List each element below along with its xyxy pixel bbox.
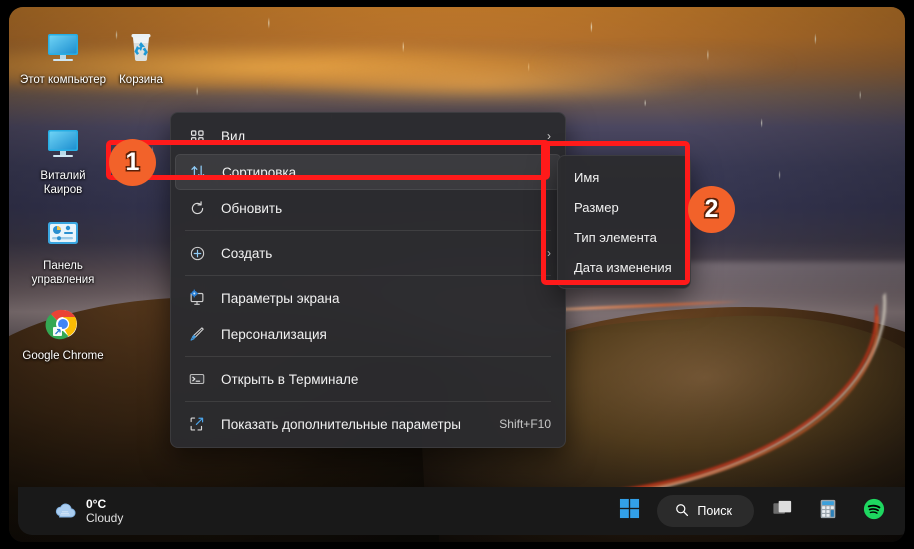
terminal-icon [187, 369, 207, 389]
desktop-icon-google-chrome[interactable]: Google Chrome [20, 305, 106, 363]
submenu-item-name[interactable]: Имя [562, 162, 686, 192]
desktop-icon-label: Этот компьютер [20, 74, 106, 86]
menu-separator [185, 401, 551, 402]
calculator-button[interactable] [810, 493, 846, 529]
submenu-item-label: Дата изменения [574, 259, 672, 275]
keyboard-shortcut: Shift+F10 [499, 417, 551, 431]
search-button[interactable]: Поиск [657, 495, 754, 527]
weather-condition: Cloudy [86, 511, 124, 525]
desktop-icon-label: Корзина [119, 74, 163, 86]
cloud-icon [52, 498, 78, 524]
plus-circle-icon [187, 243, 207, 263]
annotation-badge-2: 2 [688, 186, 735, 233]
chrome-icon [42, 305, 84, 345]
annotation-badge-label: 2 [704, 195, 719, 223]
context-menu-item-personalization[interactable]: Персонализация [175, 316, 561, 352]
annotation-badge-1: 1 [109, 139, 156, 186]
submenu-item-label: Размер [574, 199, 619, 215]
desktop-context-menu[interactable]: Вид › Сортировка › Обновить Создать › Па… [170, 112, 566, 448]
submenu-item-item-type[interactable]: Тип элемента [562, 222, 686, 252]
grid-view-icon [187, 126, 207, 146]
taskbar-weather-widget[interactable]: 0°C Cloudy [44, 494, 131, 528]
context-menu-item-sort[interactable]: Сортировка › [175, 154, 561, 190]
calculator-icon [817, 498, 839, 525]
expand-options-icon [187, 414, 207, 434]
spotify-icon [863, 498, 885, 525]
context-menu-item-label: Обновить [221, 200, 283, 216]
context-menu-item-new[interactable]: Создать › [175, 235, 561, 271]
menu-separator [185, 275, 551, 276]
desktop-icon-recycle-bin[interactable]: Корзина [98, 29, 184, 87]
sort-arrows-icon [188, 162, 208, 182]
taskbar-button-group: Поиск [611, 493, 892, 529]
menu-separator [185, 230, 551, 231]
submenu-item-size[interactable]: Размер [562, 192, 686, 222]
context-menu-item-display-settings[interactable]: Параметры экрана [175, 280, 561, 316]
windows-logo-icon [619, 498, 640, 524]
brush-icon [187, 324, 207, 344]
control-panel-icon [42, 215, 84, 255]
desktop-icon-label: Google Chrome [22, 350, 104, 362]
context-menu-item-label: Вид [221, 128, 246, 144]
submenu-item-label: Тип элемента [574, 229, 657, 245]
desktop-icon-label: Виталий Каиров [40, 170, 86, 196]
sort-submenu[interactable]: Имя Размер Тип элемента Дата изменения [557, 155, 691, 289]
weather-temperature: 0°C [86, 497, 107, 511]
taskbar[interactable]: 0°C Cloudy Поиск [18, 487, 905, 535]
start-button[interactable] [611, 493, 647, 529]
context-menu-item-label: Сортировка [222, 164, 297, 180]
submenu-item-label: Имя [574, 169, 600, 185]
context-menu-item-label: Показать дополнительные параметры [221, 416, 461, 432]
menu-separator [185, 356, 551, 357]
spotify-button[interactable] [856, 493, 892, 529]
context-menu-item-label: Параметры экрана [221, 290, 340, 306]
search-label: Поиск [697, 504, 732, 518]
search-icon [675, 503, 689, 520]
desktop-surface[interactable]: Этот компьютер Корзина Виталий Каиров Па… [9, 7, 905, 542]
desktop-icon-control-panel[interactable]: Панель управления [20, 215, 106, 287]
chevron-right-icon: › [547, 246, 551, 260]
display-settings-icon [187, 288, 207, 308]
submenu-item-date-modified[interactable]: Дата изменения [562, 252, 686, 282]
desktop-icon-user-vitaliy[interactable]: Виталий Каиров [20, 125, 106, 197]
context-menu-item-refresh[interactable]: Обновить [175, 190, 561, 226]
recycle-bin-icon [120, 29, 162, 69]
context-menu-item-label: Открыть в Терминале [221, 371, 359, 387]
context-menu-item-label: Создать [221, 245, 273, 261]
refresh-icon [187, 198, 207, 218]
chevron-right-icon: › [547, 129, 551, 143]
monitor-icon [42, 125, 84, 165]
context-menu-item-label: Персонализация [221, 326, 327, 342]
context-menu-item-view[interactable]: Вид › [175, 118, 561, 154]
annotation-badge-label: 1 [125, 148, 140, 176]
task-view-button[interactable] [764, 493, 800, 529]
monitor-icon [42, 29, 84, 69]
context-menu-item-open-in-terminal[interactable]: Открыть в Терминале [175, 361, 561, 397]
context-menu-item-show-more-options[interactable]: Показать дополнительные параметры Shift+… [175, 406, 561, 442]
desktop-icon-label: Панель управления [31, 260, 95, 286]
task-view-icon [771, 497, 794, 525]
desktop-icon-this-pc[interactable]: Этот компьютер [20, 29, 106, 87]
chevron-right-icon: › [546, 165, 550, 179]
screen-root: Этот компьютер Корзина Виталий Каиров Па… [0, 0, 914, 549]
